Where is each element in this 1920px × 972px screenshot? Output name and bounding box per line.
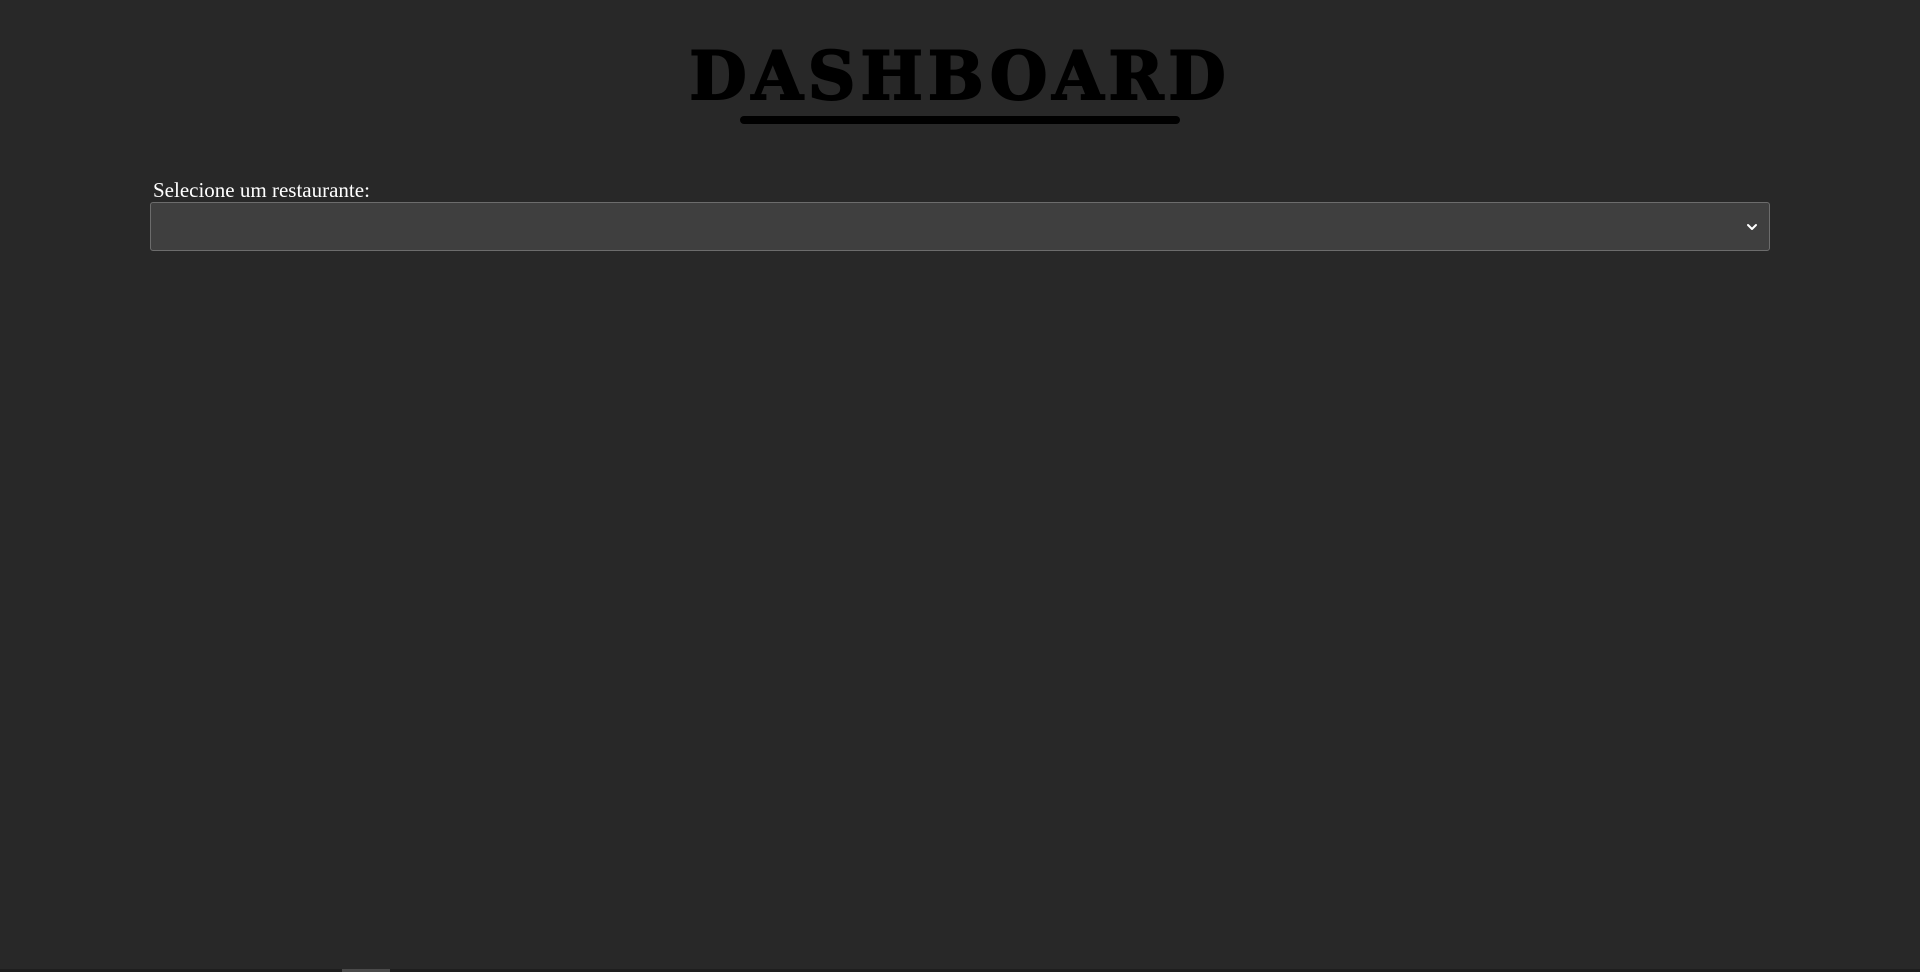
chevron-down-icon: [1747, 224, 1757, 230]
restaurant-select[interactable]: [150, 202, 1770, 251]
header: DASHBOARD: [0, 37, 1920, 124]
title-underline: [740, 116, 1180, 124]
page: DASHBOARD Selecione um restaurante:: [0, 0, 1920, 972]
page-title: DASHBOARD: [688, 37, 1231, 115]
restaurant-select-label: Selecione um restaurante:: [153, 178, 370, 202]
restaurant-form: Selecione um restaurante:: [150, 178, 1770, 251]
